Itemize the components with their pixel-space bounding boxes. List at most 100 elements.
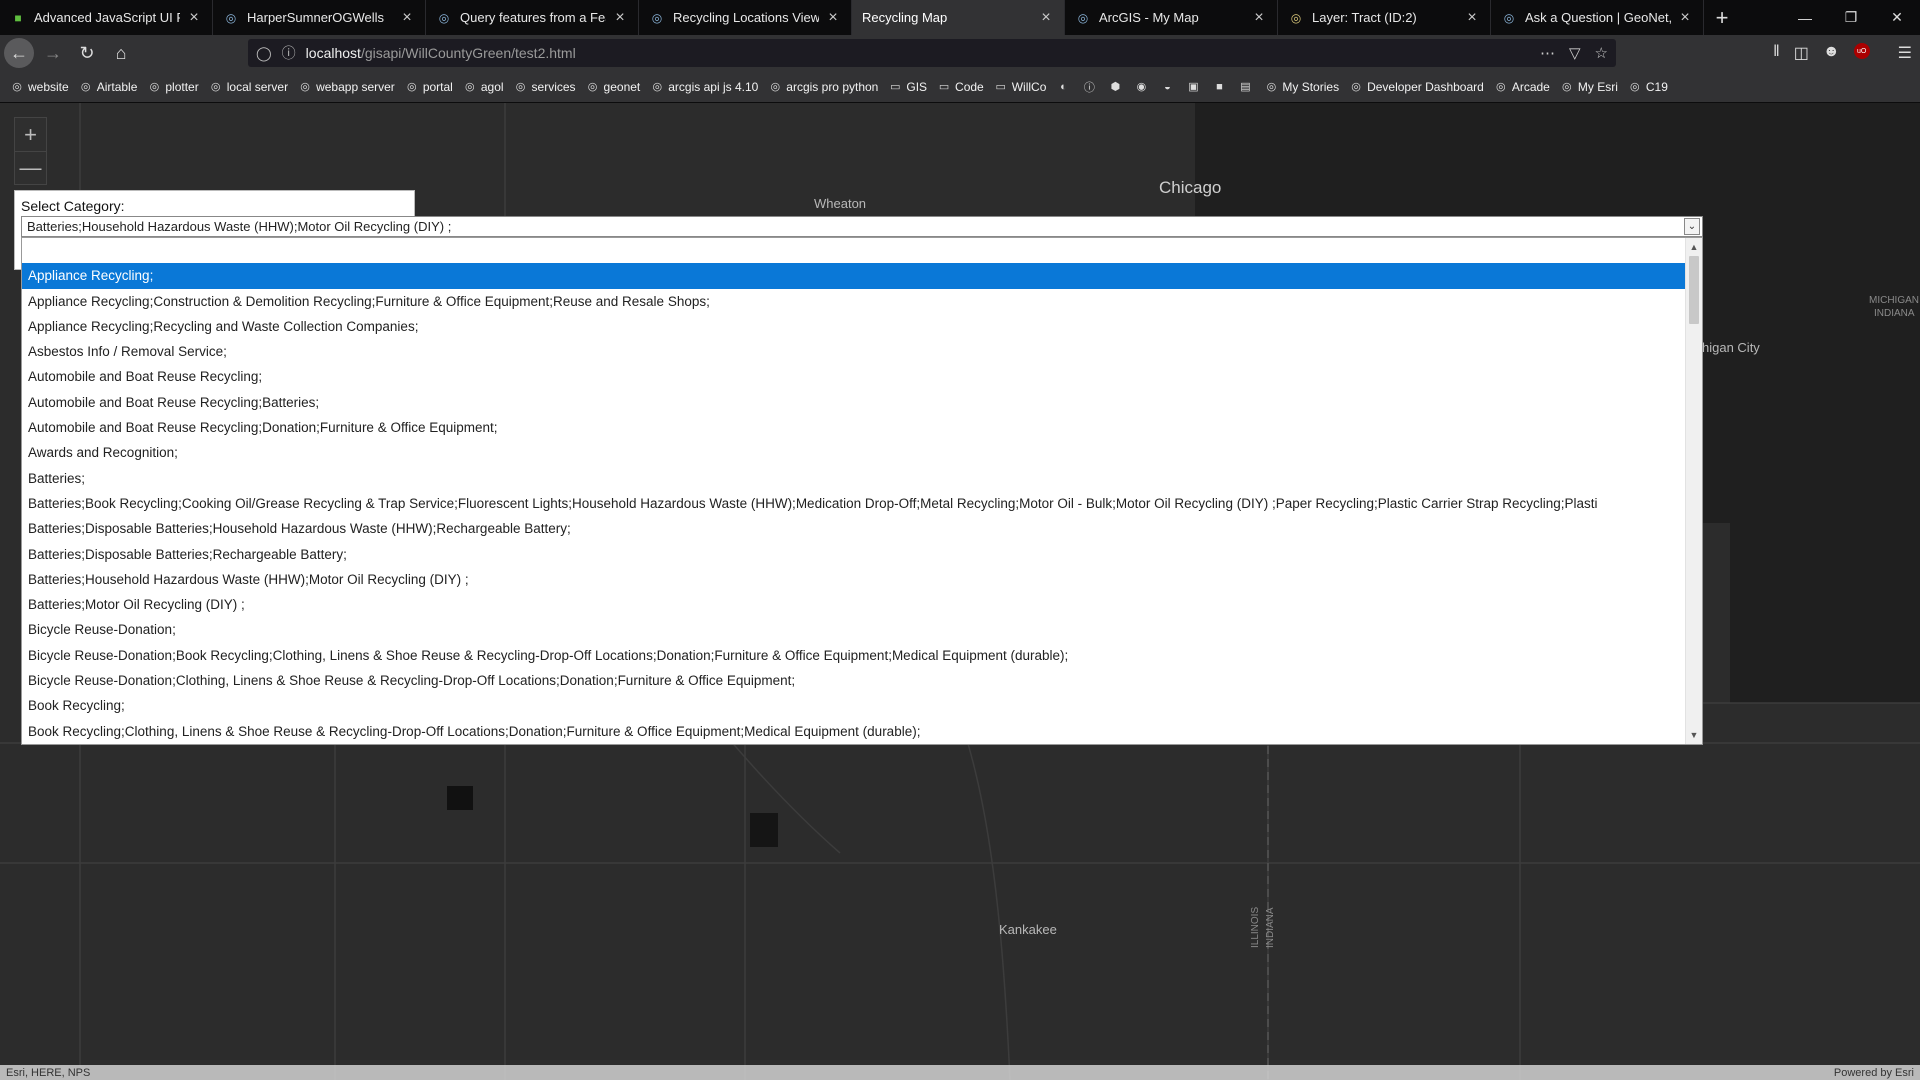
bookmark-item[interactable]: ▭ WillCo — [994, 80, 1047, 94]
category-option[interactable]: Batteries;Household Hazardous Waste (HHW… — [22, 567, 1686, 592]
close-tab-icon[interactable]: × — [1038, 9, 1054, 27]
bookmark-icon-item[interactable]: ⬢ — [1108, 80, 1122, 94]
category-option[interactable]: Awards and Recognition; — [22, 440, 1686, 465]
bookmark-item[interactable]: ◎ C19 — [1628, 80, 1668, 94]
zoom-out-button[interactable]: — — [15, 151, 46, 184]
browser-tab[interactable]: Recycling Map × — [852, 0, 1065, 35]
category-select[interactable]: Batteries;Household Hazardous Waste (HHW… — [21, 216, 1703, 237]
globe-icon: ◎ — [515, 81, 526, 93]
powered-by-esri[interactable]: Powered by Esri — [1834, 1067, 1914, 1079]
browser-tab[interactable]: ◎ Recycling Locations View × — [639, 0, 852, 35]
category-option[interactable]: Asbestos Info / Removal Service; — [22, 339, 1686, 364]
back-button[interactable]: ← — [4, 38, 34, 68]
bookmark-icon-item[interactable]: ◉ — [1134, 80, 1148, 94]
bookmark-item[interactable]: ◎ plotter — [147, 80, 199, 94]
category-option[interactable] — [22, 238, 1686, 263]
close-tab-icon[interactable]: × — [1677, 9, 1693, 27]
category-option[interactable]: Batteries; — [22, 466, 1686, 491]
bookmark-label: Arcade — [1511, 79, 1550, 94]
browser-tab[interactable]: ◎ Ask a Question | GeoNet, The × — [1491, 0, 1704, 35]
bookmark-icon-item[interactable]: ▤ — [1238, 80, 1252, 94]
bookmark-item[interactable]: ▭ GIS — [888, 80, 927, 94]
bookmark-item[interactable]: ◎ geonet — [586, 80, 641, 94]
category-option[interactable]: Book Recycling; — [22, 693, 1686, 718]
bookmark-item[interactable]: ◎ website — [10, 80, 69, 94]
category-option[interactable]: Appliance Recycling;Construction & Demol… — [22, 289, 1686, 314]
bookmark-item[interactable]: ◎ services — [514, 80, 576, 94]
browser-tab[interactable]: ◎ ArcGIS - My Map × — [1065, 0, 1278, 35]
bookmark-icon-item[interactable]: ⓘ — [1082, 80, 1096, 94]
chevron-down-icon[interactable]: ⌄ — [1684, 218, 1700, 235]
globe-icon: ◎ — [1562, 81, 1572, 93]
close-tab-icon[interactable]: × — [186, 9, 202, 27]
pocket-icon[interactable]: ▽ — [1569, 44, 1581, 62]
account-icon[interactable]: ☻ — [1823, 43, 1840, 63]
bookmark-icon-item[interactable]: ■ — [1212, 80, 1226, 94]
zoom-in-button[interactable]: + — [15, 118, 46, 151]
browser-tab[interactable]: ■ Advanced JavaScript UI Fram × — [0, 0, 213, 35]
category-option[interactable]: Batteries;Disposable Batteries;Household… — [22, 516, 1686, 541]
bookmark-icon-item[interactable]: ◐ — [1056, 80, 1070, 94]
scroll-down-icon[interactable]: ▼ — [1686, 728, 1702, 742]
forward-button[interactable]: → — [38, 38, 68, 68]
category-option[interactable]: Batteries;Disposable Batteries;Rechargea… — [22, 542, 1686, 567]
globe-icon: ◎ — [12, 81, 22, 93]
bookmark-item[interactable]: ◎ My Stories — [1264, 80, 1340, 94]
minimize-icon[interactable]: — — [1782, 0, 1828, 35]
restore-icon[interactable]: ❐ — [1828, 0, 1874, 35]
star-icon[interactable]: ☆ — [1595, 44, 1608, 62]
category-option[interactable]: Automobile and Boat Reuse Recycling; — [22, 364, 1686, 389]
bookmark-label: services — [531, 79, 576, 94]
globe-icon: ◎ — [1496, 81, 1506, 93]
globe-icon: ◎ — [1630, 81, 1640, 93]
library-icon[interactable]: ‖ — [1773, 43, 1780, 63]
more-actions-icon[interactable]: ⋯ — [1540, 44, 1555, 62]
category-option[interactable]: Appliance Recycling;Recycling and Waste … — [22, 314, 1686, 339]
close-tab-icon[interactable]: × — [1464, 9, 1480, 27]
browser-tab[interactable]: ◎ HarperSumnerOGWells × — [213, 0, 426, 35]
ublock-icon[interactable]: uO — [1853, 43, 1870, 59]
category-option[interactable]: Appliance Recycling; — [22, 263, 1686, 289]
bookmark-item[interactable]: ◎ local server — [209, 80, 288, 94]
scroll-up-icon[interactable]: ▲ — [1686, 240, 1702, 254]
browser-tab[interactable]: ◎ Layer: Tract (ID:2) × — [1278, 0, 1491, 35]
reload-button[interactable]: ↻ — [72, 38, 102, 68]
category-option[interactable]: Automobile and Boat Reuse Recycling;Dona… — [22, 415, 1686, 440]
menu-icon[interactable]: ☰ — [1898, 43, 1912, 63]
close-tab-icon[interactable]: × — [612, 9, 628, 27]
dropdown-scrollbar[interactable]: ▲ ▼ — [1685, 238, 1702, 744]
browser-tab[interactable]: ◎ Query features from a Featu × — [426, 0, 639, 35]
url-bar[interactable]: ◯ ⓘ localhost/gisapi/WillCountyGreen/tes… — [248, 39, 1616, 67]
arrow-left-icon: ← — [10, 42, 28, 63]
map-label-kankakee: Kankakee — [999, 922, 1057, 937]
category-option[interactable]: Bicycle Reuse-Donation;Clothing, Linens … — [22, 668, 1686, 693]
bookmark-item[interactable]: ◎ arcgis pro python — [768, 80, 878, 94]
category-option[interactable]: Book Recycling;Clothing, Linens & Shoe R… — [22, 719, 1686, 744]
bookmark-item[interactable]: ◎ Developer Dashboard — [1349, 80, 1484, 94]
bookmark-item[interactable]: ◎ Arcade — [1494, 80, 1550, 94]
category-option[interactable]: Bicycle Reuse-Donation;Book Recycling;Cl… — [22, 643, 1686, 668]
bookmark-item[interactable]: ▭ Code — [937, 80, 984, 94]
bookmark-icon-item[interactable]: ◒ — [1160, 80, 1174, 94]
category-option[interactable]: Automobile and Boat Reuse Recycling;Batt… — [22, 390, 1686, 415]
category-option[interactable]: Batteries;Book Recycling;Cooking Oil/Gre… — [22, 491, 1686, 516]
close-tab-icon[interactable]: × — [1251, 9, 1267, 27]
bookmark-item[interactable]: ◎ agol — [463, 80, 504, 94]
globe-icon: ◎ — [770, 81, 781, 93]
close-tab-icon[interactable]: × — [825, 9, 841, 27]
bookmark-item[interactable]: ◎ webapp server — [298, 80, 395, 94]
close-tab-icon[interactable]: × — [399, 9, 415, 27]
close-window-icon[interactable]: ✕ — [1874, 0, 1920, 35]
scroll-thumb[interactable] — [1689, 256, 1699, 324]
bookmark-item[interactable]: ◎ arcgis api js 4.10 — [650, 80, 758, 94]
category-option[interactable]: Bicycle Reuse-Donation; — [22, 617, 1686, 642]
bookmark-icon-item[interactable]: ▣ — [1186, 80, 1200, 94]
bookmark-item[interactable]: ◎ Airtable — [79, 80, 138, 94]
bookmark-item[interactable]: ◎ My Esri — [1560, 80, 1618, 94]
bookmark-item[interactable]: ◎ portal — [405, 80, 453, 94]
globe-icon: ◎ — [1351, 81, 1361, 93]
new-tab-button[interactable]: + — [1704, 0, 1740, 35]
sidebar-icon[interactable]: ◫ — [1794, 43, 1809, 63]
home-button[interactable]: ⌂ — [106, 38, 136, 68]
category-option[interactable]: Batteries;Motor Oil Recycling (DIY) ; — [22, 592, 1686, 617]
